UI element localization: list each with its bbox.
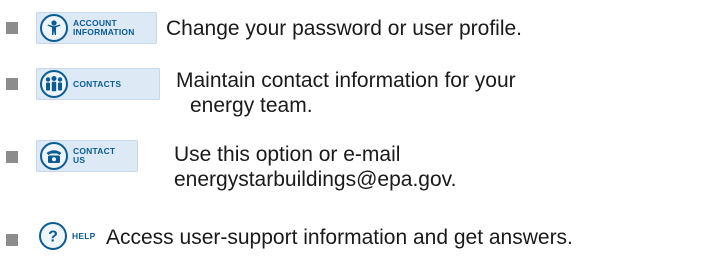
contact-us-icon bbox=[40, 142, 68, 170]
contacts-description: Maintain contact information for your en… bbox=[176, 68, 516, 118]
contacts-button[interactable]: CONTACTS bbox=[36, 68, 160, 100]
help-description: Access user-support information and get … bbox=[106, 225, 573, 250]
description-line: energy team. bbox=[190, 94, 313, 117]
list-item-contact-us: CONTACT US Use this option or e-mail ene… bbox=[0, 138, 726, 200]
account-information-button[interactable]: ACCOUNT INFORMATION bbox=[36, 12, 157, 44]
bullet bbox=[6, 78, 18, 90]
bullet bbox=[6, 151, 18, 163]
list-item-help: ? HELP Access user-support information a… bbox=[0, 216, 726, 262]
contacts-icon bbox=[40, 70, 68, 98]
svg-text:?: ? bbox=[48, 229, 58, 246]
description-line: Access user-support information and get … bbox=[106, 226, 573, 249]
account-information-button-label: ACCOUNT INFORMATION bbox=[73, 18, 135, 37]
help-icon: ? bbox=[39, 222, 67, 250]
contact-us-button-label: CONTACT US bbox=[73, 146, 116, 165]
contact-us-description: Use this option or e-mail energystarbuil… bbox=[174, 142, 456, 192]
list-item-contacts: CONTACTS Maintain contact information fo… bbox=[0, 66, 726, 128]
bullet bbox=[6, 22, 18, 34]
bullet bbox=[6, 234, 18, 246]
description-line: Use this option or e-mail bbox=[174, 143, 401, 166]
help-button-label: HELP bbox=[72, 230, 96, 241]
description-line: Change your password or user profile. bbox=[166, 17, 523, 40]
description-line: Maintain contact information for your bbox=[176, 69, 516, 92]
account-information-description: Change your password or user profile. bbox=[166, 16, 522, 41]
description-line: energystarbuildings@epa.gov. bbox=[174, 168, 457, 191]
contacts-button-label: CONTACTS bbox=[73, 78, 122, 89]
account-info-icon bbox=[40, 14, 68, 42]
contact-us-button[interactable]: CONTACT US bbox=[36, 140, 138, 172]
list-item-account-information: ACCOUNT INFORMATION Change your password… bbox=[0, 8, 726, 58]
